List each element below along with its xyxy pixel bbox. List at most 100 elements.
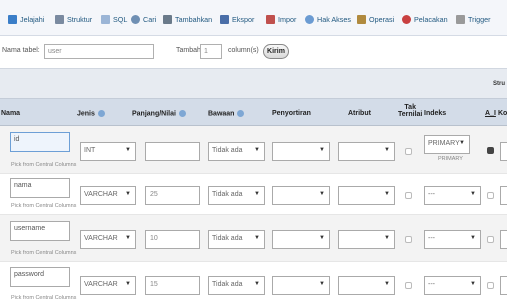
header-null: Tak Ternilai: [398, 104, 422, 118]
length-input[interactable]: 25: [145, 186, 200, 205]
index-select[interactable]: --- ▼: [424, 186, 481, 205]
header-length-label: Panjang/Nilai: [132, 110, 176, 118]
tab-tracking[interactable]: Pelacakan: [402, 13, 448, 25]
table-row: username Pick from Central Columns VARCH…: [0, 215, 507, 262]
pick-central-columns-link[interactable]: Pick from Central Columns: [11, 162, 76, 168]
type-select-value: VARCHAR: [84, 281, 118, 288]
column-name-input[interactable]: password: [10, 267, 70, 287]
pick-central-columns-link[interactable]: Pick from Central Columns: [11, 203, 76, 209]
dropdown-arrow-icon: ▼: [384, 191, 390, 197]
tab-label: Impor: [278, 14, 297, 24]
attributes-select[interactable]: ▼: [338, 142, 395, 161]
structure-icon: [55, 14, 64, 24]
auto-increment-checkbox[interactable]: [487, 192, 494, 199]
add-columns-input[interactable]: 1: [200, 44, 222, 59]
type-select[interactable]: VARCHAR ▼: [80, 186, 136, 205]
collation-select[interactable]: ▼: [272, 142, 330, 161]
comments-input[interactable]: [500, 276, 507, 295]
trigger-icon: [456, 14, 465, 24]
export-icon: [220, 14, 229, 24]
null-checkbox[interactable]: [405, 236, 412, 243]
collation-select[interactable]: ▼: [272, 276, 330, 295]
default-select-value: Tidak ada: [212, 191, 243, 198]
default-select[interactable]: Tidak ada ▼: [208, 186, 265, 205]
auto-increment-checkbox[interactable]: [487, 236, 494, 243]
operations-icon: [357, 14, 366, 24]
tab-label: Struktur: [67, 14, 93, 24]
column-header-row: Nama Jenis Panjang/Nilai Bawaan Penyorti…: [0, 98, 507, 126]
table-row: id Pick from Central Columns INT ▼ Tidak …: [0, 126, 507, 174]
dropdown-arrow-icon: ▼: [319, 191, 325, 197]
null-checkbox[interactable]: [405, 148, 412, 155]
tab-sql[interactable]: SQL: [101, 13, 127, 25]
null-checkbox[interactable]: [405, 282, 412, 289]
pick-central-columns-link[interactable]: Pick from Central Columns: [11, 250, 76, 256]
tab-bar: Jelajahi Struktur SQL Cari Tambahkan Eks…: [0, 0, 507, 36]
header-auto-increment: A_I: [485, 110, 496, 117]
column-name-input[interactable]: username: [10, 221, 70, 241]
default-select-value: Tidak ada: [212, 235, 243, 242]
table-row: password Pick from Central Columns VARCH…: [0, 262, 507, 300]
dropdown-arrow-icon: ▼: [254, 235, 260, 241]
header-default-label: Bawaan: [208, 110, 235, 118]
attributes-select[interactable]: ▼: [338, 230, 395, 249]
tab-label: Pelacakan: [414, 14, 448, 24]
type-select[interactable]: INT ▼: [80, 142, 136, 161]
dropdown-arrow-icon: ▼: [254, 281, 260, 287]
submit-button[interactable]: Kirim: [263, 44, 289, 59]
type-select[interactable]: VARCHAR ▼: [80, 276, 136, 295]
collation-select[interactable]: ▼: [272, 230, 330, 249]
attributes-select[interactable]: ▼: [338, 276, 395, 295]
length-input[interactable]: 10: [145, 230, 200, 249]
header-type-label: Jenis: [77, 110, 95, 118]
tab-search[interactable]: Cari: [131, 13, 156, 25]
tab-import[interactable]: Impor: [266, 13, 296, 25]
pick-central-columns-link[interactable]: Pick from Central Columns: [11, 295, 76, 300]
attributes-select[interactable]: ▼: [338, 186, 395, 205]
tab-operations[interactable]: Operasi: [357, 13, 394, 25]
comments-input[interactable]: [500, 142, 507, 161]
auto-increment-checkbox[interactable]: [487, 147, 494, 154]
header-attributes: Atribut: [348, 110, 371, 117]
type-select-value: VARCHAR: [84, 235, 118, 242]
help-icon[interactable]: [237, 110, 245, 117]
index-select[interactable]: PRIMARY ▼: [424, 135, 470, 154]
comments-input[interactable]: [500, 186, 507, 205]
default-select-value: Tidak ada: [212, 147, 243, 154]
tab-export[interactable]: Ekspor: [220, 13, 254, 25]
tab-insert[interactable]: Tambahkan: [163, 13, 212, 25]
tab-trigger[interactable]: Trigger: [456, 13, 491, 25]
column-name-input[interactable]: nama: [10, 178, 70, 198]
auto-increment-checkbox[interactable]: [487, 282, 494, 289]
index-select[interactable]: --- ▼: [424, 276, 481, 295]
structure-band: Stru: [0, 68, 507, 98]
dropdown-arrow-icon: ▼: [125, 147, 131, 153]
tab-browse[interactable]: Jelajahi: [8, 13, 44, 25]
default-select[interactable]: Tidak ada ▼: [208, 230, 265, 249]
default-select[interactable]: Tidak ada ▼: [208, 142, 265, 161]
length-input[interactable]: 15: [145, 276, 200, 295]
header-null-line2: Ternilai: [398, 111, 423, 118]
tab-label: Cari: [143, 14, 157, 24]
index-select-value: ---: [428, 281, 435, 288]
search-icon: [131, 14, 140, 24]
column-name-input[interactable]: id: [10, 132, 70, 152]
index-select[interactable]: --- ▼: [424, 230, 481, 249]
null-checkbox[interactable]: [405, 192, 412, 199]
length-input[interactable]: [145, 142, 200, 161]
type-select[interactable]: VARCHAR ▼: [80, 230, 136, 249]
collation-select[interactable]: ▼: [272, 186, 330, 205]
help-icon[interactable]: [178, 110, 186, 117]
comments-input[interactable]: [500, 230, 507, 249]
type-select-value: INT: [84, 147, 96, 154]
default-select[interactable]: Tidak ada ▼: [208, 276, 265, 295]
dropdown-arrow-icon: ▼: [125, 281, 131, 287]
table-name-input[interactable]: user: [44, 44, 154, 59]
header-name: Nama: [1, 110, 21, 117]
insert-icon: [163, 14, 172, 24]
help-icon[interactable]: [97, 110, 105, 117]
tab-privileges[interactable]: Hak Akses: [305, 13, 351, 25]
tab-label: Tambahkan: [175, 14, 213, 24]
header-comments: Ko: [498, 110, 507, 117]
tab-structure[interactable]: Struktur: [55, 13, 92, 25]
